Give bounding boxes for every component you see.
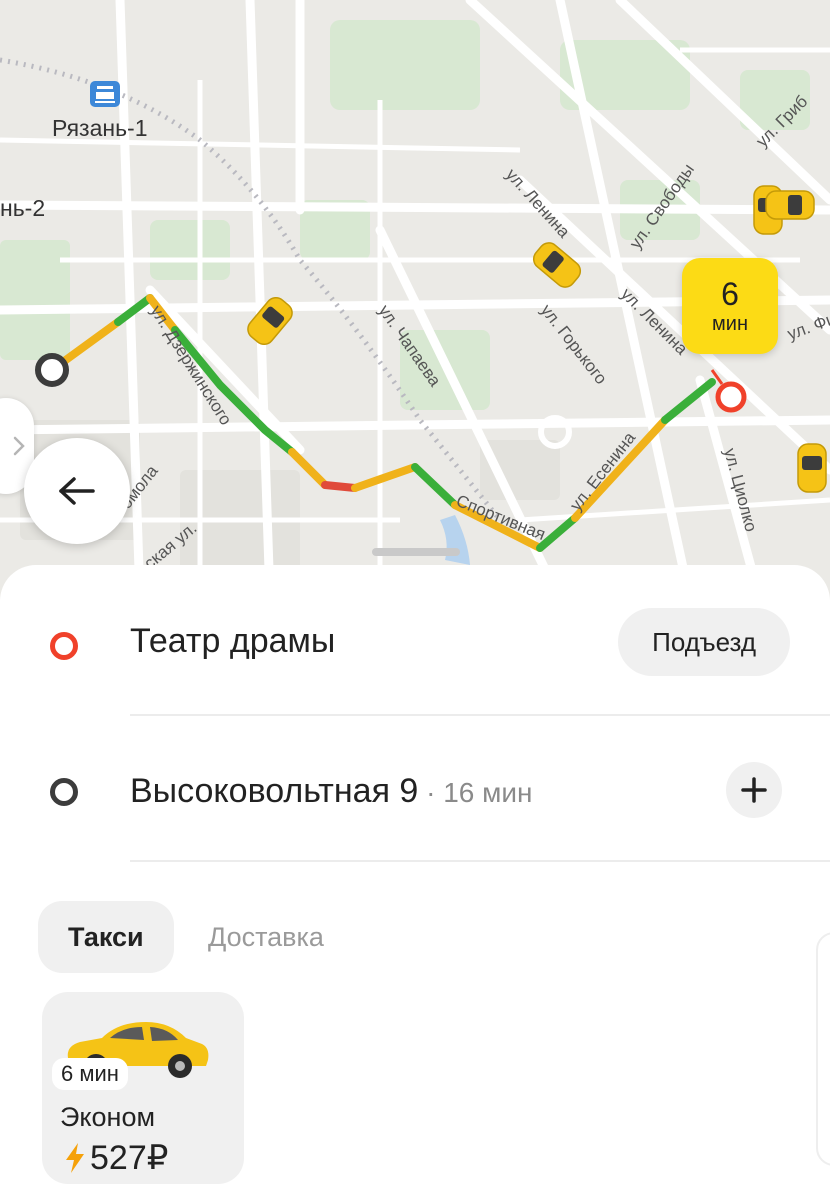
back-button[interactable] — [24, 438, 130, 544]
tariff-card-economy[interactable]: 6 мин Эконом 527₽ — [42, 992, 244, 1184]
street-label: ул. Есенина — [566, 428, 639, 514]
taxi-car-icon — [765, 190, 815, 220]
arrow-left-icon — [59, 477, 95, 505]
origin-dot-icon — [50, 778, 78, 806]
train-station-icon — [90, 81, 120, 107]
divider — [130, 714, 830, 716]
station-label: нь-2 — [0, 195, 45, 221]
origin-title: Высоковольтная 9 — [130, 772, 419, 810]
tariff-price: 527₽ — [90, 1139, 169, 1177]
divider — [130, 860, 830, 862]
origin-duration: 16 мин — [443, 777, 533, 808]
destination-row[interactable]: Театр драмы Подъезд — [0, 578, 830, 708]
plus-icon — [741, 777, 767, 803]
entrance-button[interactable]: Подъезд — [618, 608, 790, 676]
lightning-icon — [66, 1143, 84, 1173]
tariff-eta: 6 мин — [52, 1058, 128, 1090]
chevron-right-icon — [13, 436, 25, 456]
eta-unit: мин — [712, 313, 748, 335]
taxi-car-icon — [532, 242, 582, 288]
origin-marker-icon — [35, 353, 69, 387]
destination-title: Театр драмы — [130, 622, 336, 660]
tab-delivery[interactable]: Доставка — [208, 901, 324, 973]
taxi-car-icon — [247, 296, 293, 346]
tariff-price-row: 527₽ — [64, 1138, 168, 1178]
origin-separator: · — [418, 777, 444, 808]
tariff-name: Эконом — [60, 1102, 156, 1132]
next-card-edge[interactable] — [816, 932, 830, 1166]
destination-dot-icon — [50, 632, 78, 660]
origin-row[interactable]: Высоковольтная 9 · 16 мин — [0, 728, 830, 858]
taxi-car-icon — [797, 443, 827, 493]
add-stop-button[interactable] — [726, 762, 782, 818]
eta-bubble: 6 мин — [682, 258, 778, 354]
eta-value: 6 — [721, 276, 739, 312]
station-label: Рязань-1 — [52, 115, 148, 141]
sheet-grabber[interactable] — [372, 548, 460, 556]
street-label: ул. Ленина — [502, 165, 574, 242]
tab-taxi[interactable]: Такси — [38, 901, 174, 973]
street-label: ул. Горького — [537, 301, 611, 388]
